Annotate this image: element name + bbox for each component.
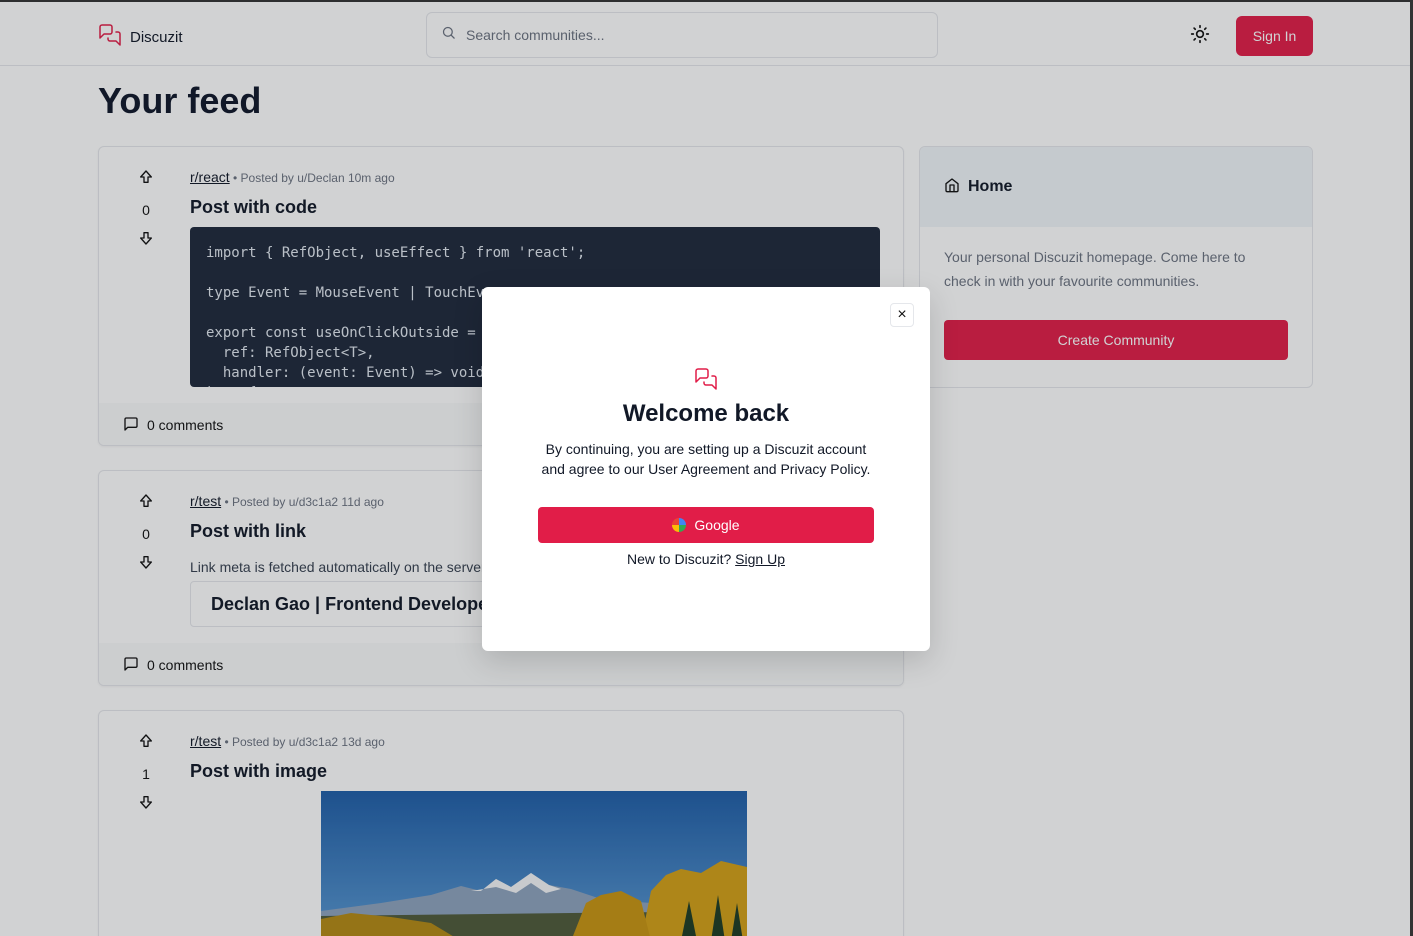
signup-prompt-text: New to Discuzit? bbox=[627, 551, 732, 567]
google-logo-icon bbox=[672, 518, 687, 532]
google-sign-in-button[interactable]: Google bbox=[538, 507, 874, 543]
sign-up-link[interactable]: Sign Up bbox=[735, 551, 785, 567]
chat-bubbles-logo-icon bbox=[694, 367, 718, 396]
signup-prompt: New to Discuzit? Sign Up bbox=[482, 551, 930, 567]
sign-in-modal: × Welcome back By continuing, you are se… bbox=[482, 287, 930, 651]
modal-title: Welcome back bbox=[622, 400, 790, 427]
close-icon: × bbox=[897, 306, 907, 323]
close-button[interactable]: × bbox=[890, 303, 914, 327]
modal-terms-text: By continuing, you are setting up a Disc… bbox=[541, 441, 871, 477]
google-button-label: Google bbox=[694, 517, 740, 533]
